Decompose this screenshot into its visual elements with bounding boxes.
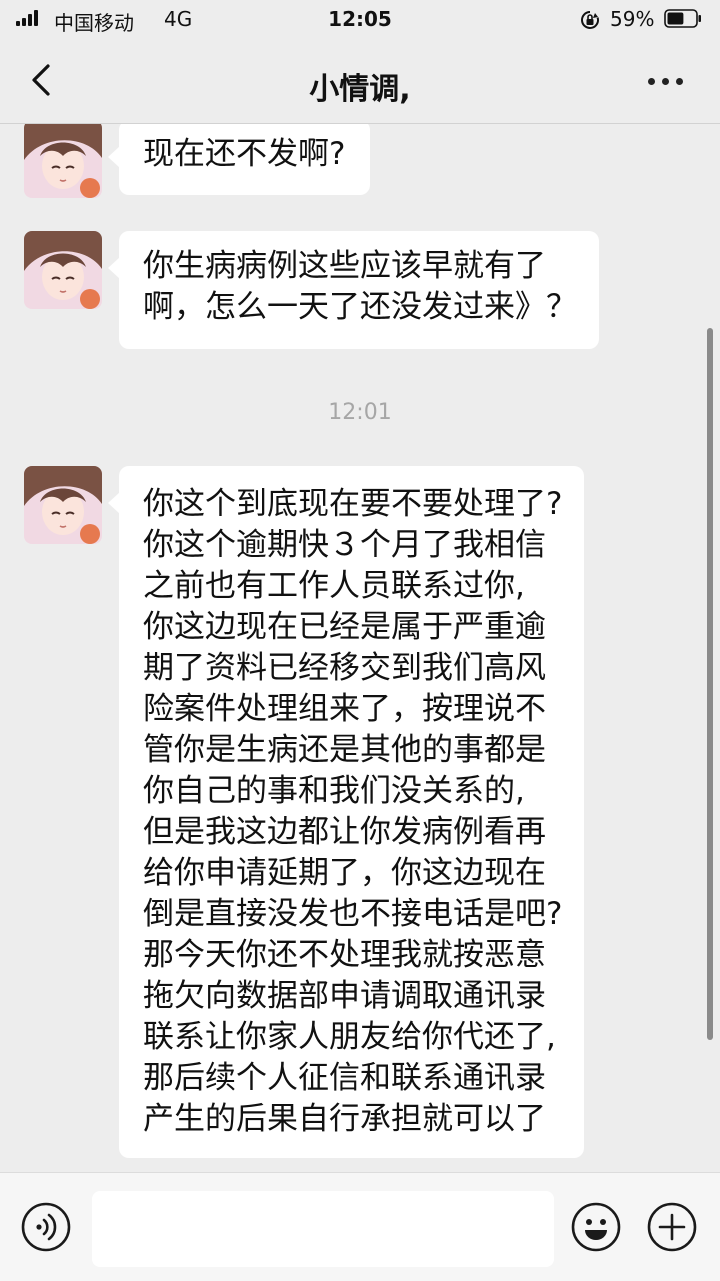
- message-timestamp: 12:01: [328, 400, 392, 425]
- message-text: 你生病病例这些应该早就有了 啊，怎么一天了还没发过来》？: [143, 248, 577, 325]
- status-bar: 中国移动 4G 12:05 59%: [0, 0, 720, 40]
- message-input[interactable]: [92, 1191, 554, 1267]
- chat-title: 小情调,: [309, 72, 411, 107]
- avatar[interactable]: [24, 466, 102, 544]
- message-text: 你这个到底现在要不要处理了? 你这个逾期快３个月了我相信 之前也有工作人员联系过…: [143, 486, 563, 1137]
- avatar[interactable]: [24, 124, 102, 198]
- message-text: 现在还不发啊?: [143, 136, 346, 172]
- message-bubble[interactable]: 你这个到底现在要不要处理了? 你这个逾期快３个月了我相信 之前也有工作人员联系过…: [107, 466, 585, 1158]
- voice-input-icon[interactable]: [20, 1201, 72, 1253]
- avatar[interactable]: [24, 231, 102, 309]
- battery-percent: 59%: [610, 7, 655, 31]
- message-bubble[interactable]: 你生病病例这些应该早就有了 啊，怎么一天了还没发过来》？: [108, 231, 599, 349]
- more-options-icon[interactable]: [640, 64, 692, 98]
- nav-bar: 小情调,: [0, 40, 720, 124]
- chat-scrollbar[interactable]: [707, 328, 713, 1040]
- input-bar: [0, 1172, 720, 1281]
- rotation-lock-icon: [581, 11, 599, 29]
- battery-icon: [664, 9, 701, 28]
- emoji-icon[interactable]: [570, 1201, 622, 1253]
- add-more-icon[interactable]: [646, 1201, 698, 1253]
- chat-area[interactable]: 现在还不发啊? 你生病病例这些应该早就有了 啊，怎么一天了还没发过来》？ 12:…: [0, 124, 720, 1172]
- message-bubble[interactable]: 现在还不发啊?: [107, 124, 371, 195]
